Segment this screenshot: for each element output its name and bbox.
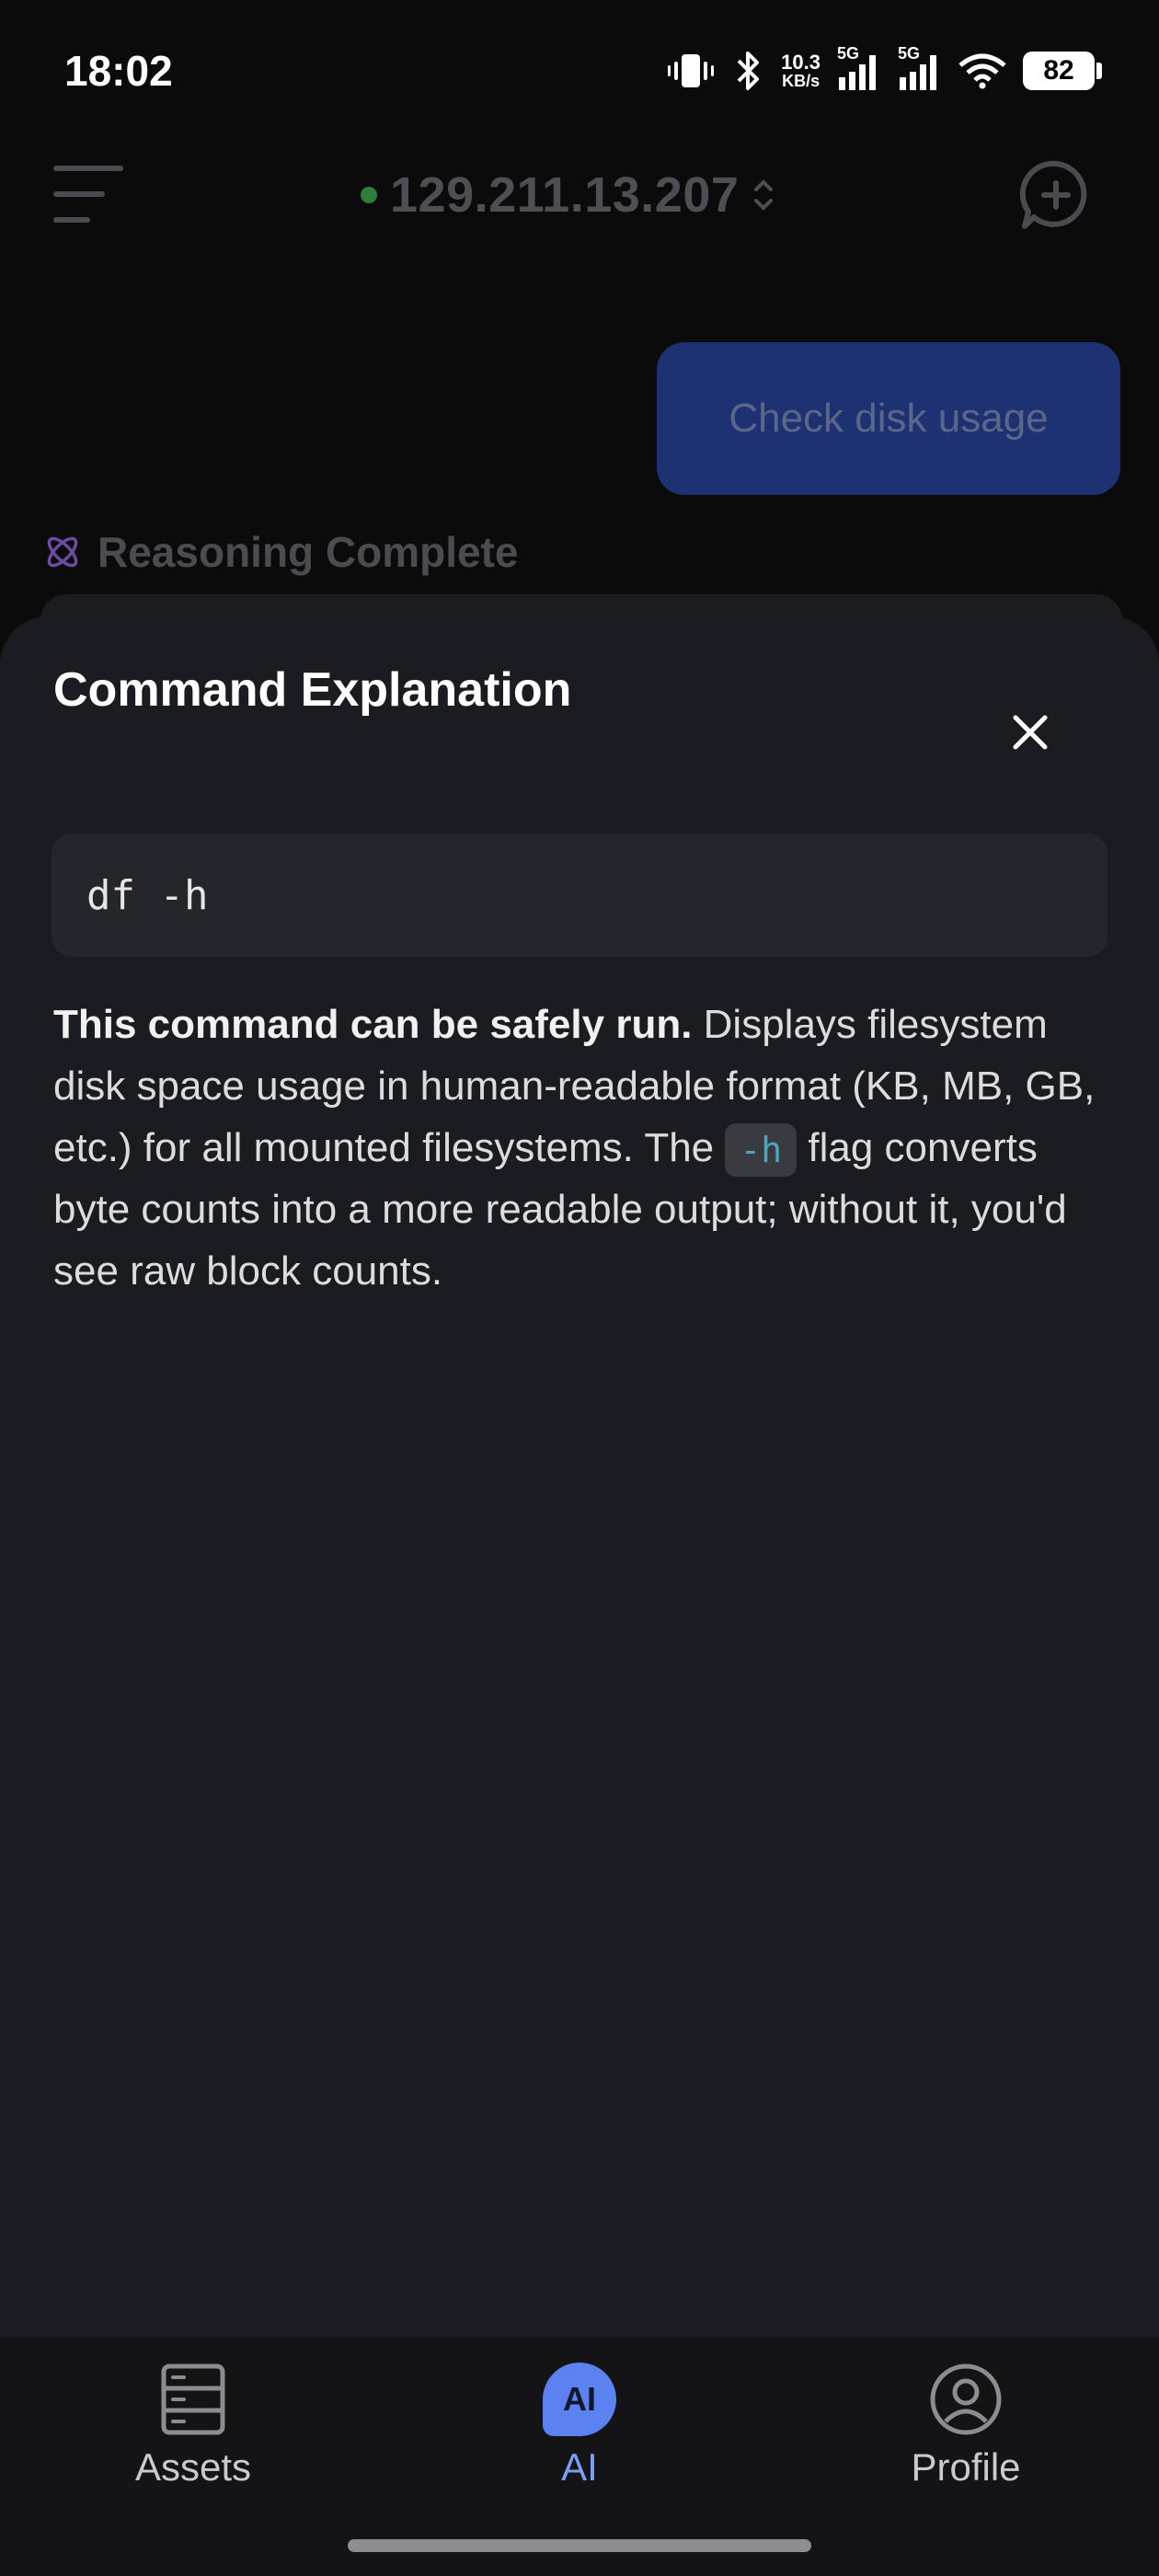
home-indicator[interactable] [348, 2539, 811, 2552]
signal-icon-sim1: 5G [837, 44, 881, 92]
menu-button[interactable] [52, 162, 127, 226]
signal-icon-sim2: 5G [898, 44, 942, 92]
user-message-text: Check disk usage [729, 396, 1049, 441]
app-header: 129.211.13.207 [0, 138, 1159, 248]
user-circle-icon [930, 2363, 1002, 2435]
user-message-bubble: Check disk usage [657, 342, 1120, 495]
nav-label-profile: Profile [911, 2445, 1021, 2489]
status-time: 18:02 [64, 47, 173, 95]
nav-item-ai[interactable]: AI AI [442, 2363, 717, 2528]
status-bar: 18:02 10.3 KB/s 5G 5G 82 [0, 0, 1159, 138]
reasoning-label: Reasoning Complete [98, 528, 519, 576]
safety-note: This command can be safely run. [53, 1002, 693, 1047]
command-explanation-sheet: Command Explanation df -h This command c… [0, 616, 1159, 2337]
status-icons: 10.3 KB/s 5G 5G 82 [667, 44, 1102, 94]
battery-icon: 82 [1023, 52, 1102, 90]
ai-icon-text: AI [563, 2380, 596, 2418]
net-speed: 10.3 KB/s [781, 51, 820, 90]
reasoning-status[interactable]: Reasoning Complete [42, 524, 519, 580]
new-chat-button[interactable] [1019, 158, 1093, 232]
net-speed-unit: KB/s [782, 72, 820, 90]
host-selector[interactable]: 129.211.13.207 [361, 166, 775, 224]
ai-chat-icon: AI [543, 2363, 616, 2436]
sheet-title: Command Explanation [53, 663, 572, 717]
menu-icon [53, 166, 123, 223]
server-stack-icon [161, 2363, 225, 2435]
battery-level: 82 [1043, 55, 1074, 86]
host-address: 129.211.13.207 [390, 167, 740, 223]
inline-code-flag: -h [725, 1123, 798, 1178]
close-icon [1013, 715, 1048, 750]
command-code-block: df -h [52, 834, 1107, 957]
nav-item-assets[interactable]: Assets [55, 2363, 331, 2528]
sim2-network-tag: 5G [898, 44, 921, 63]
nav-label-ai: AI [561, 2445, 598, 2489]
chat-plus-icon [1019, 160, 1087, 229]
nav-item-profile[interactable]: Profile [828, 2363, 1104, 2528]
connection-status-dot [361, 187, 377, 203]
command-text: df -h [86, 871, 209, 919]
vibrate-icon [668, 54, 715, 87]
net-speed-value: 10.3 [781, 51, 820, 74]
close-button[interactable] [1006, 708, 1054, 756]
bluetooth-icon [737, 52, 760, 90]
sim1-network-tag: 5G [837, 44, 860, 63]
chevron-up-down-icon [754, 179, 774, 211]
wifi-icon [958, 53, 1006, 89]
command-explanation-text: This command can be safely run. Displays… [53, 994, 1111, 1302]
nav-label-assets: Assets [134, 2445, 252, 2489]
atom-icon [47, 536, 78, 568]
